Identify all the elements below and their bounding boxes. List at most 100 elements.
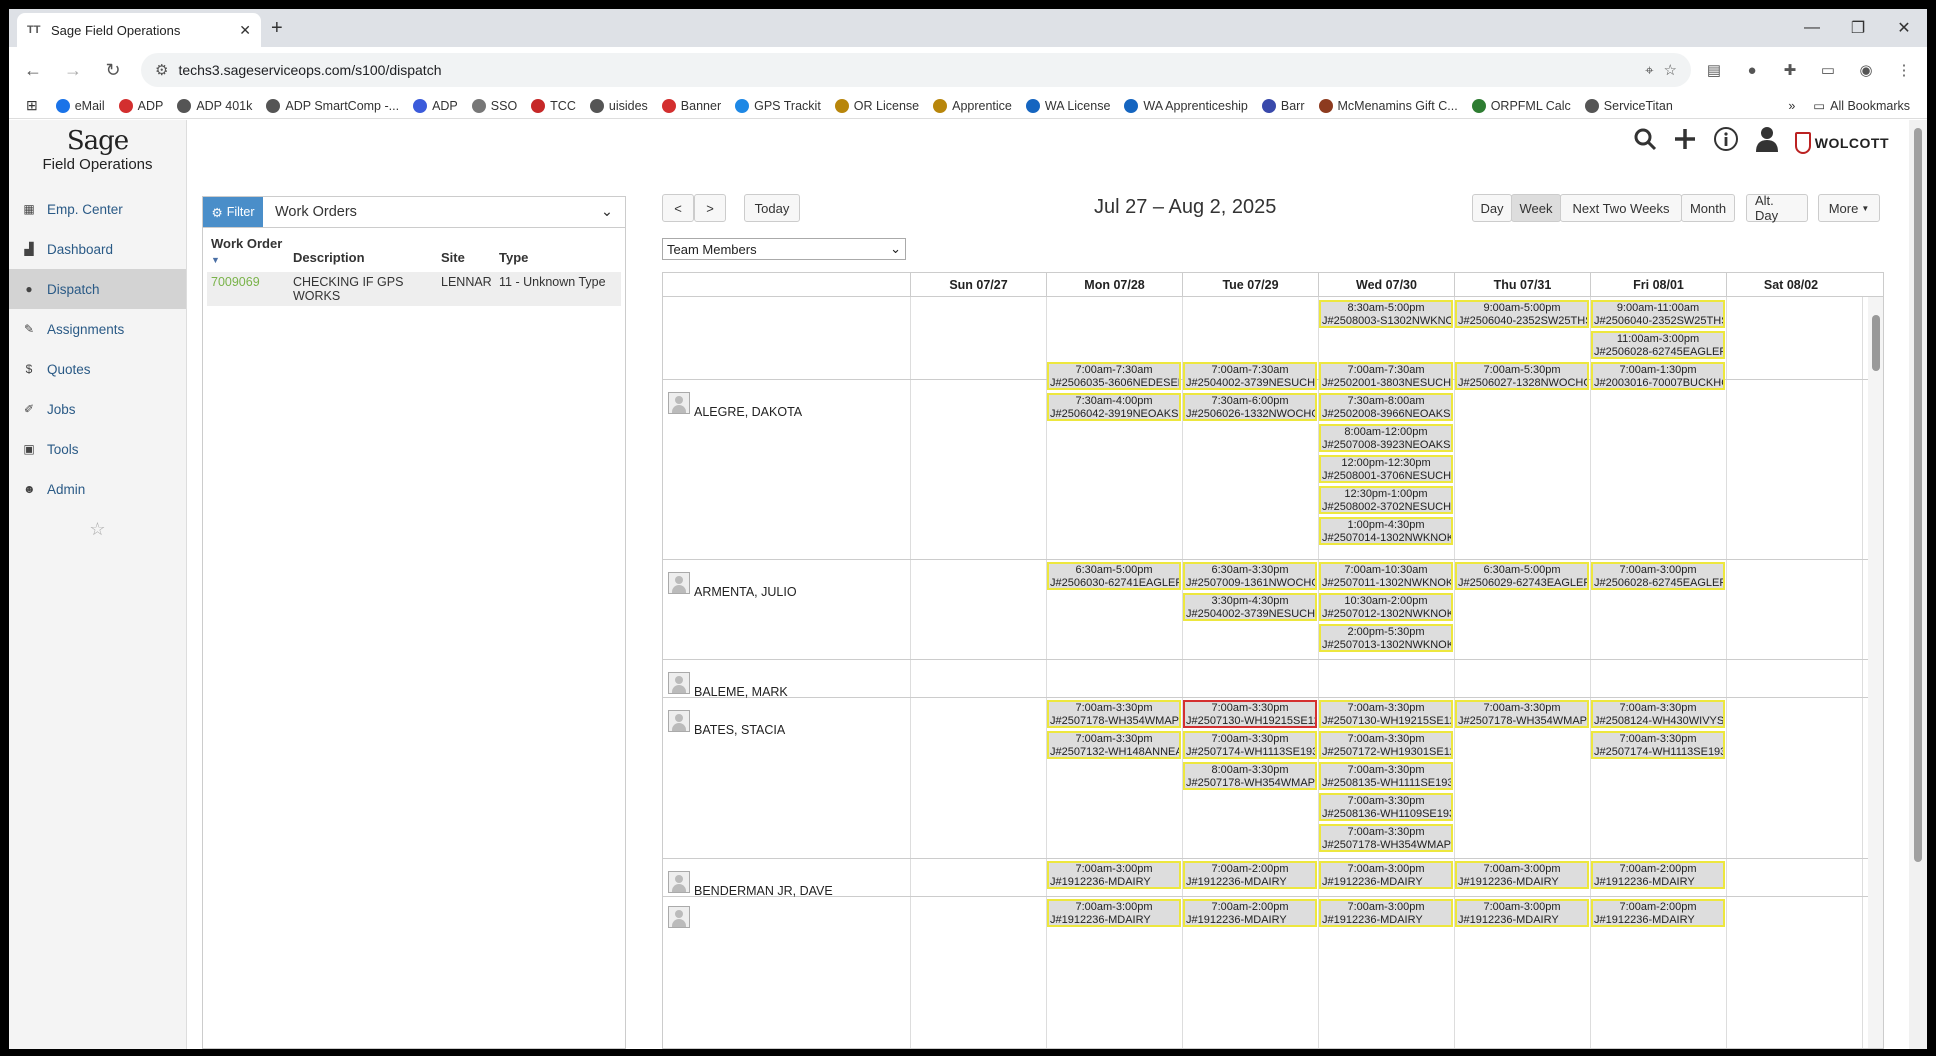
filter-select[interactable]: Work Orders ⌄ — [263, 197, 625, 227]
appointment-block[interactable]: 7:30am-6:00pmJ#2506026-1332NWOCHOCO — [1183, 393, 1317, 421]
bookmark-item[interactable]: Barr — [1255, 98, 1312, 113]
new-tab-icon[interactable]: + — [271, 17, 283, 40]
sidebar-item-dispatch[interactable]: ● Dispatch — [9, 269, 186, 309]
page-scrollbar[interactable] — [1909, 120, 1927, 1049]
appointment-block[interactable]: 7:00am-1:30pmJ#2003016-70007BUCKHORN — [1591, 362, 1725, 390]
view-month-button[interactable]: Month — [1681, 194, 1735, 222]
alt-day-button[interactable]: Alt. Day — [1746, 193, 1808, 223]
bookmark-star-icon[interactable]: ☆ — [1664, 61, 1677, 79]
day-header[interactable]: Thu 07/31 — [1454, 273, 1590, 296]
sidebar-item-admin[interactable]: ☻ Admin — [9, 469, 186, 509]
appointment-block[interactable]: 7:00am-3:00pm J#1912236-MDAIRY — [1455, 861, 1589, 889]
appointment-block[interactable]: 8:30am-5:00pmJ#2508003-S1302NWKNOKIEW — [1319, 300, 1453, 328]
col-work-order[interactable]: Work Order ▼ — [211, 236, 293, 266]
appointment-block[interactable]: 12:00pm-12:30pm J#2508001-3706NESUCHY — [1319, 455, 1453, 483]
appointment-block[interactable]: 9:00am-11:00am J#2506040-2352SW25THST — [1591, 300, 1725, 328]
search-icon[interactable] — [1633, 127, 1657, 158]
appointment-block[interactable]: 8:00am-3:30pm J#2507178-WH354WMAPLE — [1183, 762, 1317, 790]
extension-icon[interactable]: ▤ — [1699, 55, 1729, 85]
browser-tab[interactable]: TT Sage Field Operations ✕ — [17, 13, 261, 47]
sidebar-item-emp-center[interactable]: ▦ Emp. Center — [9, 189, 186, 229]
appointment-block[interactable]: 7:00am-10:30amJ#2507011-1302NWKNOKIEW — [1319, 562, 1453, 590]
minimize-icon[interactable]: — — [1789, 9, 1835, 47]
bookmark-item[interactable]: SSO — [465, 98, 524, 113]
sidebar-item-tools[interactable]: ▣ Tools — [9, 429, 186, 469]
appointment-block[interactable]: 7:00am-3:30pm J#2508124-WH430WIVYST — [1591, 700, 1725, 728]
appointment-block[interactable]: 7:00am-3:00pm J#1912236-MDAIRY — [1319, 861, 1453, 889]
day-header[interactable]: Sat 08/02 — [1726, 273, 1855, 296]
appointment-block[interactable]: 7:00am-3:30pmJ#2507174-WH1113SE193RD — [1183, 731, 1317, 759]
appointment-block[interactable]: 6:30am-3:30pmJ#2507009-1361NWOCHOCO — [1183, 562, 1317, 590]
forward-icon[interactable]: → — [57, 54, 89, 86]
close-window-icon[interactable]: ✕ — [1881, 9, 1927, 47]
sidebar-item-assignments[interactable]: ✎ Assignments — [9, 309, 186, 349]
today-button[interactable]: Today — [744, 194, 800, 222]
bookmark-item[interactable]: WA Apprenticeship — [1117, 98, 1254, 113]
bookmark-item[interactable]: WA License — [1019, 98, 1118, 113]
view-week-button[interactable]: Week — [1511, 194, 1561, 222]
filter-button[interactable]: ⚙ Filter — [203, 197, 263, 227]
appointment-block[interactable]: 7:00am-7:30am J#2504002-3739NESUCHY — [1183, 362, 1317, 390]
day-header[interactable]: Wed 07/30 — [1318, 273, 1454, 296]
team-member[interactable] — [668, 906, 690, 928]
grid-scrollbar[interactable] — [1868, 297, 1883, 1048]
team-members-select[interactable]: Team Members ⌄ — [662, 238, 906, 260]
appointment-block[interactable]: 2:00pm-5:30pmJ#2507013-1302NWKNOKIEW — [1319, 624, 1453, 652]
cast-icon[interactable]: ▭ — [1813, 55, 1843, 85]
next-week-button[interactable]: > — [694, 194, 726, 222]
appointment-block[interactable]: 8:00am-12:00pmJ#2507008-3923NEOAKSIDE — [1319, 424, 1453, 452]
all-bookmarks[interactable]: ▭ All Bookmarks — [1806, 98, 1917, 114]
appointment-block[interactable]: 11:00am-3:00pmJ#2506028-62745EAGLERIDGE — [1591, 331, 1725, 359]
appointment-block[interactable]: 10:30am-2:00pmJ#2507012-1302NWKNOKIEW — [1319, 593, 1453, 621]
appointment-block[interactable]: 7:00am-2:00pm J#1912236-MDAIRY — [1591, 899, 1725, 927]
appointment-block[interactable]: 7:00am-2:00pm J#1912236-MDAIRY — [1591, 861, 1725, 889]
cookie-icon[interactable]: ● — [1737, 55, 1767, 85]
day-header[interactable]: Mon 07/28 — [1046, 273, 1182, 296]
favorite-star-icon[interactable]: ☆ — [9, 519, 186, 540]
appointment-block[interactable]: 7:00am-2:00pm J#1912236-MDAIRY — [1183, 861, 1317, 889]
appointment-block[interactable]: 7:00am-3:30pmJ#2508136-WH1109SE193RD — [1319, 793, 1453, 821]
bookmark-item[interactable]: eMail — [49, 98, 112, 113]
appointment-block[interactable]: 6:30am-5:00pmJ#2506029-62743EAGLERIDGE — [1455, 562, 1589, 590]
appointment-block[interactable]: 7:00am-3:30pm J#2507178-WH354WMAPLE — [1047, 700, 1181, 728]
appointment-block[interactable]: 7:00am-3:00pm J#1912236-MDAIRY — [1047, 861, 1181, 889]
bookmark-item[interactable]: TCC — [524, 98, 583, 113]
col-description[interactable]: Description — [293, 236, 441, 266]
appointment-block[interactable]: 7:00am-5:30pmJ#2506027-1328NWOCHOCO — [1455, 362, 1589, 390]
omnibox[interactable]: ⚙ techs3.sageserviceops.com/s100/dispatc… — [141, 53, 1691, 87]
appointment-block[interactable]: 7:00am-3:00pm J#1912236-MDAIRY — [1455, 899, 1589, 927]
work-order-link[interactable]: 7009069 — [211, 275, 293, 303]
bookmark-item[interactable]: Banner — [655, 98, 728, 113]
info-icon[interactable] — [1713, 126, 1739, 159]
table-row[interactable]: 7009069 CHECKING IF GPS WORKS LENNAR 11 … — [207, 272, 621, 306]
location-icon[interactable]: ⌖ — [1645, 62, 1653, 79]
appointment-block[interactable]: 7:00am-3:30pmJ#2507130-WH19215SE12TH — [1183, 700, 1317, 728]
sidebar-item-quotes[interactable]: $ Quotes — [9, 349, 186, 389]
view-day-button[interactable]: Day — [1472, 194, 1512, 222]
appointment-block[interactable]: 7:00am-2:00pm J#1912236-MDAIRY — [1183, 899, 1317, 927]
team-member[interactable]: ALEGRE, DAKOTA — [668, 387, 802, 419]
team-member[interactable]: ARMENTA, JULIO — [668, 567, 797, 599]
bookmark-item[interactable]: ADP — [112, 98, 171, 113]
col-type[interactable]: Type — [499, 236, 621, 266]
appointment-block[interactable]: 7:00am-7:30am J#2506035-3606NEDESERT — [1047, 362, 1181, 390]
day-header[interactable]: Sun 07/27 — [910, 273, 1046, 296]
bookmark-item[interactable]: ADP 401k — [170, 98, 259, 113]
appointment-block[interactable]: 7:00am-3:00pm J#1912236-MDAIRY — [1319, 899, 1453, 927]
bookmark-item[interactable]: Apprentice — [926, 98, 1019, 113]
bookmark-item[interactable]: uisides — [583, 98, 655, 113]
menu-icon[interactable]: ⋮ — [1889, 55, 1919, 85]
appointment-block[interactable]: 7:00am-3:30pmJ#2507172-WH19301SE12TH — [1319, 731, 1453, 759]
appointment-block[interactable]: 7:00am-3:30pmJ#2508135-WH1111SE193RD — [1319, 762, 1453, 790]
appointment-block[interactable]: 7:00am-3:30pm J#2507178-WH354WMAPLE — [1319, 824, 1453, 852]
appointment-block[interactable]: 7:30am-8:00amJ#2502008-3966NEOAKSIDE — [1319, 393, 1453, 421]
sidebar-item-jobs[interactable]: ✐ Jobs — [9, 389, 186, 429]
appointment-block[interactable]: 12:30pm-1:00pm J#2508002-3702NESUCHY — [1319, 486, 1453, 514]
appointment-block[interactable]: 1:00pm-4:30pmJ#2507014-1302NWKNOKIEW — [1319, 517, 1453, 545]
url-text[interactable]: techs3.sageserviceops.com/s100/dispatch — [178, 62, 1635, 78]
sidebar-item-dashboard[interactable]: ▟ Dashboard — [9, 229, 186, 269]
appointment-block[interactable]: 7:00am-3:00pm J#1912236-MDAIRY — [1047, 899, 1181, 927]
more-button[interactable]: More ▼ — [1818, 194, 1880, 222]
page-scroll-thumb[interactable] — [1914, 128, 1922, 862]
col-site[interactable]: Site — [441, 236, 499, 266]
